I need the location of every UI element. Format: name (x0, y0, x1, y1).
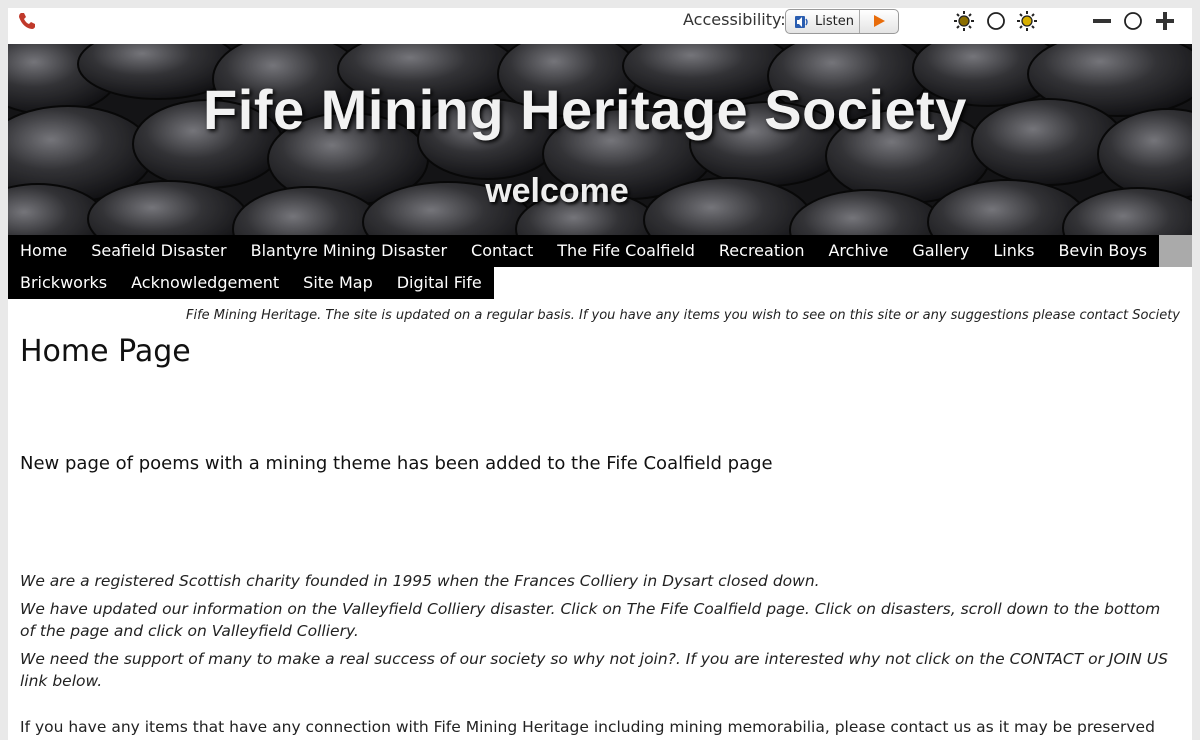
play-icon[interactable] (874, 15, 885, 27)
nav-item-gallery[interactable]: Gallery (900, 235, 981, 267)
zoom-in-icon[interactable] (1154, 10, 1176, 32)
zoom-out-icon[interactable] (1091, 10, 1113, 32)
nav-row-2: Brickworks Acknowledgement Site Map Digi… (8, 267, 494, 299)
nav-item-blantyre-mining-disaster[interactable]: Blantyre Mining Disaster (239, 235, 459, 267)
speaker-icon (795, 15, 808, 28)
site-notice: Fife Mining Heritage. The site is update… (186, 308, 1180, 323)
listen-button[interactable]: Listen (785, 9, 899, 34)
nav-item-contact[interactable]: Contact (459, 235, 545, 267)
accessibility-label: Accessibility: (683, 10, 786, 29)
site-title: Fife Mining Heritage Society (203, 78, 967, 141)
welcome-text: welcome (485, 172, 629, 210)
nav-item-brickworks[interactable]: Brickworks (8, 267, 119, 299)
paragraph-valleyfield: We have updated our information on the V… (20, 600, 1161, 640)
paragraph-charity: We are a registered Scottish charity fou… (20, 572, 820, 590)
nav-item-links[interactable]: Links (981, 235, 1046, 267)
nav-item-archive[interactable]: Archive (816, 235, 900, 267)
nav-item-acknowledgement[interactable]: Acknowledgement (119, 267, 291, 299)
intro-paragraphs: We are a registered Scottish charity fou… (20, 570, 1180, 738)
nav-item-fife-coalfield[interactable]: The Fife Coalfield (545, 235, 707, 267)
header-banner: Fife Mining Heritage Society welcome (8, 44, 1192, 235)
brightness-high-icon[interactable] (1016, 10, 1038, 32)
listen-label: Listen (815, 14, 854, 29)
paragraph-support: We need the support of many to make a re… (20, 650, 1168, 690)
nav-item-digital-fife[interactable]: Digital Fife (385, 267, 494, 299)
nav-item-seafield-disaster[interactable]: Seafield Disaster (79, 235, 238, 267)
nav-row-1: Home Seafield Disaster Blantyre Mining D… (8, 235, 1159, 267)
zoom-reset-icon[interactable] (1122, 10, 1144, 32)
main-navigation: Home Seafield Disaster Blantyre Mining D… (8, 235, 1192, 299)
accessibility-bar: Accessibility: Listen (8, 8, 1192, 44)
nav-item-bevin-boys[interactable]: Bevin Boys (1046, 235, 1159, 267)
news-headline: New page of poems with a mining theme ha… (20, 453, 773, 474)
nav-item-site-map[interactable]: Site Map (291, 267, 385, 299)
phone-icon[interactable] (17, 11, 37, 31)
page: Accessibility: Listen Fife Mining Herita… (8, 8, 1192, 740)
listen-divider (859, 10, 860, 33)
paragraph-items: If you have any items that have any conn… (20, 718, 1155, 736)
nav-item-home[interactable]: Home (8, 235, 79, 267)
main-content: Home Page New page of poems with a minin… (8, 334, 1192, 738)
brightness-low-icon[interactable] (953, 10, 975, 32)
nav-item-recreation[interactable]: Recreation (707, 235, 817, 267)
page-title: Home Page (20, 334, 191, 369)
contrast-reset-icon[interactable] (985, 10, 1007, 32)
